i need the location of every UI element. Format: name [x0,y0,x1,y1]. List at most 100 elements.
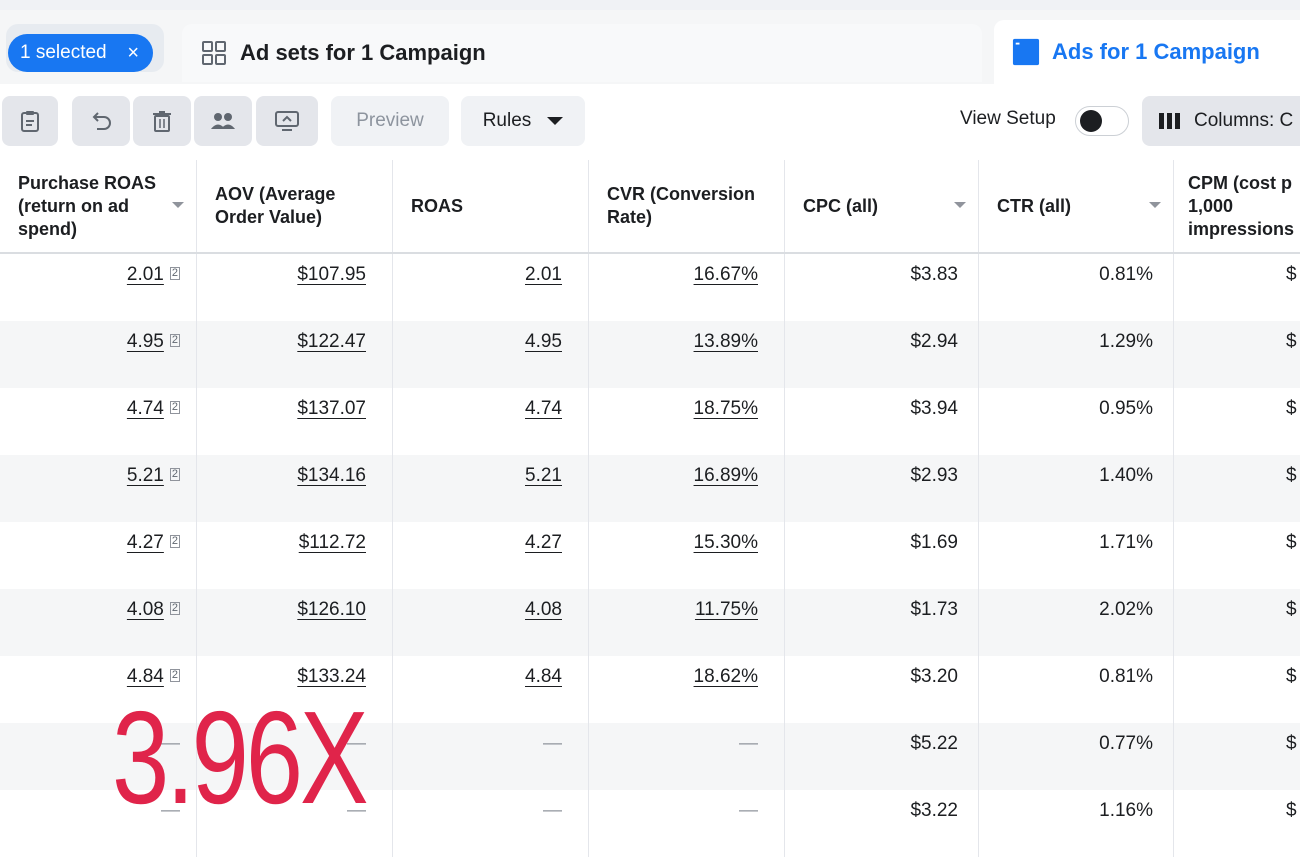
view-setup-toggle[interactable] [1075,106,1129,136]
cell-value[interactable]: $122.47 [297,331,366,353]
cell-value[interactable]: 15.30% [694,532,758,554]
cell-roas: 5.21 [393,455,589,522]
cell-ctr: 1.29% [979,321,1174,388]
cell-aov: $134.16 [197,455,393,522]
cell-cpm: $ [1174,388,1300,455]
column-header-purchase-roas[interactable]: Purchase ROAS (return on ad spend) [0,160,197,252]
cell-proas: 4.95 2 [0,321,197,388]
cell-ctr: 2.02% [979,589,1174,656]
cell-value[interactable]: 4.84 [525,666,562,688]
cell-value[interactable]: 16.89% [694,465,758,487]
tab-ads[interactable]: Ads for 1 Campaign [994,20,1300,84]
table-header: Purchase ROAS (return on ad spend) AOV (… [0,160,1300,254]
cell-value[interactable]: 13.89% [694,331,758,353]
roas-overlay-text: 3.96X [112,684,369,831]
cell-cpm: $ [1174,522,1300,589]
cell-value[interactable]: 4.74 [127,398,164,420]
cell-value[interactable]: 5.21 [525,465,562,487]
cell-value[interactable]: 4.95 [127,331,164,353]
cell-aov: $126.10 [197,589,393,656]
column-header-cvr[interactable]: CVR (Conversion Rate) [589,160,785,252]
cell-value[interactable]: 4.08 [525,599,562,621]
undo-button[interactable] [72,96,130,146]
rules-label: Rules [482,110,532,131]
cell-aov: $107.95 [197,254,393,321]
column-header-aov[interactable]: AOV (Average Order Value) [197,160,393,252]
cell-value[interactable]: 4.08 [127,599,164,621]
cell-value: $ [1286,264,1297,285]
cell-value[interactable]: 4.95 [525,331,562,353]
cell-value: $2.93 [910,465,958,486]
cell-value: 1.29% [1099,331,1153,352]
column-header-cpc[interactable]: CPC (all) [785,160,979,252]
cell-value[interactable]: $107.95 [297,264,366,286]
cell-value[interactable]: $134.16 [297,465,366,487]
cell-value: $2.94 [910,331,958,352]
column-header-cpm[interactable]: CPM (cost p 1,000 impressions [1174,160,1300,252]
clipboard-button[interactable] [2,96,58,146]
table-row[interactable]: 4.95 2 $122.47 4.95 13.89% $2.94 1.29% $ [0,321,1300,388]
sort-icon[interactable] [172,202,184,208]
cell-value: $1.69 [910,532,958,553]
rules-button[interactable]: Rules [461,96,585,146]
sort-icon[interactable] [954,202,966,208]
toggle-knob [1080,110,1102,132]
cell-cvr: 18.62% [589,656,785,723]
cell-roas: — [393,790,589,857]
cell-value: $3.22 [910,800,958,821]
cell-value[interactable]: $137.07 [297,398,366,420]
table-row[interactable]: 2.01 2 $107.95 2.01 16.67% $3.83 0.81% $ [0,254,1300,321]
selection-chip[interactable]: 1 selected × [8,34,153,72]
cell-ctr: 0.81% [979,254,1174,321]
preview-button[interactable]: Preview [331,96,449,146]
column-header-ctr[interactable]: CTR (all) [979,160,1174,252]
column-header-roas[interactable]: ROAS [393,160,589,252]
table-row[interactable]: 4.27 2 $112.72 4.27 15.30% $1.69 1.71% $ [0,522,1300,589]
trash-icon [153,111,171,132]
cell-cvr: 16.89% [589,455,785,522]
cell-value: 0.81% [1099,264,1153,285]
cell-value[interactable]: 2.01 [127,264,164,286]
cell-cpc: $1.73 [785,589,979,656]
delete-button[interactable] [133,96,191,146]
cell-ctr: 0.77% [979,723,1174,790]
cell-value[interactable]: 18.75% [694,398,758,420]
cell-value: $3.94 [910,398,958,419]
cell-value: $ [1286,800,1297,821]
cell-value: 1.16% [1099,800,1153,821]
attribution-badge-icon: 2 [169,468,180,481]
cell-value[interactable]: 5.21 [127,465,164,487]
attribution-badge-icon: 2 [169,401,180,414]
cell-roas: 4.84 [393,656,589,723]
cell-cpc: $2.93 [785,455,979,522]
cell-value[interactable]: 4.74 [525,398,562,420]
cell-cvr: — [589,790,785,857]
cell-cpm: $ [1174,321,1300,388]
cell-proas: 4.27 2 [0,522,197,589]
audience-button[interactable] [194,96,252,146]
cell-value[interactable]: $112.72 [299,532,366,554]
cell-value[interactable]: 11.75% [695,599,758,621]
cell-value[interactable]: 4.27 [127,532,164,554]
cell-value[interactable]: $126.10 [297,599,366,621]
sort-icon[interactable] [1149,202,1161,208]
cell-ctr: 0.81% [979,656,1174,723]
columns-button[interactable]: Columns: C [1142,96,1300,146]
close-icon[interactable]: × [127,42,139,65]
table-row[interactable]: 5.21 2 $134.16 5.21 16.89% $2.93 1.40% $ [0,455,1300,522]
table-row[interactable]: 4.74 2 $137.07 4.74 18.75% $3.94 0.95% $ [0,388,1300,455]
cell-value: 1.71% [1099,532,1153,553]
cell-value[interactable]: 2.01 [525,264,562,286]
cell-cvr: — [589,723,785,790]
cell-value: $ [1286,599,1297,620]
cell-roas: 4.27 [393,522,589,589]
tab-ad-sets[interactable]: Ad sets for 1 Campaign [182,24,982,82]
attribution-badge-icon: 2 [169,267,180,280]
cell-value[interactable]: 16.67% [694,264,758,286]
attribution-badge-icon: 2 [169,535,180,548]
export-button[interactable] [256,96,318,146]
cell-value: — [543,733,562,754]
table-row[interactable]: 4.08 2 $126.10 4.08 11.75% $1.73 2.02% $ [0,589,1300,656]
cell-value[interactable]: 18.62% [694,666,758,688]
cell-value[interactable]: 4.27 [525,532,562,554]
